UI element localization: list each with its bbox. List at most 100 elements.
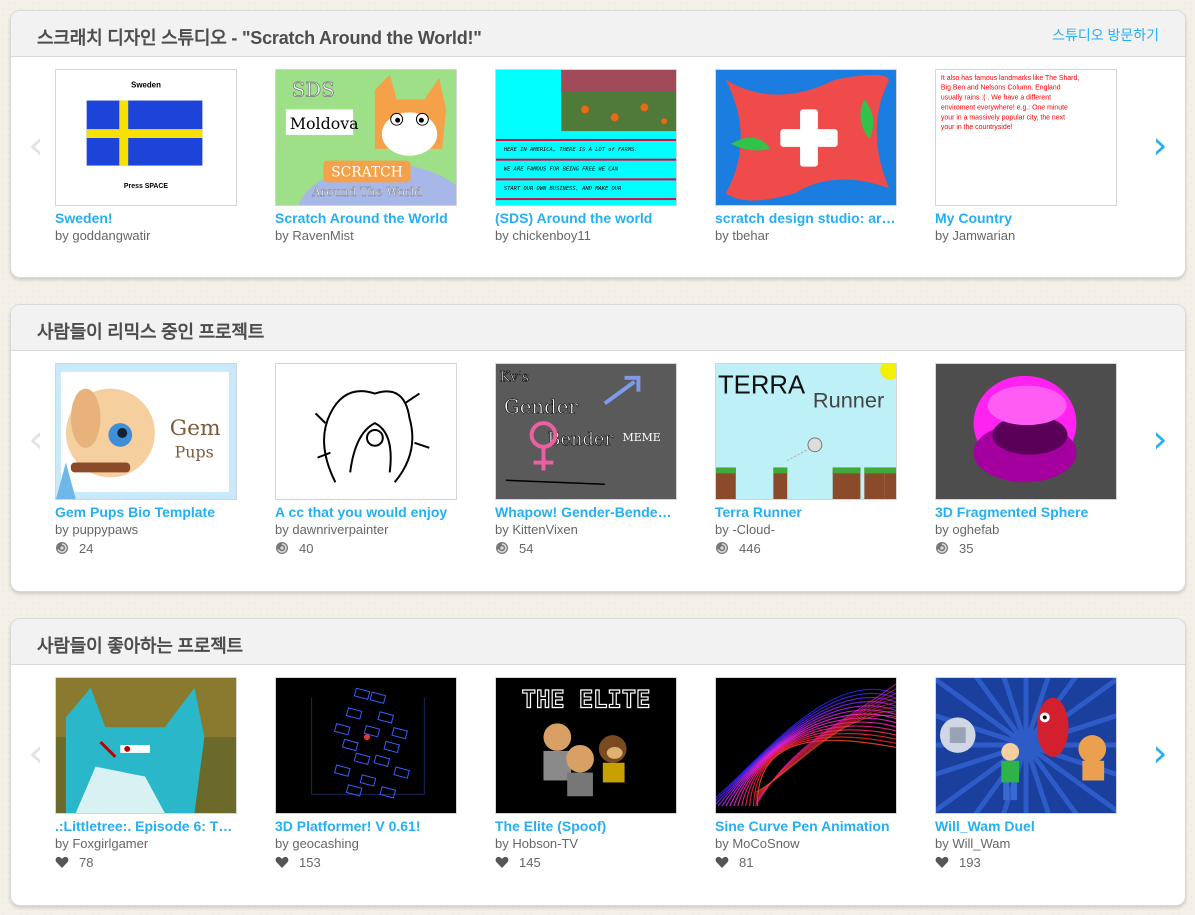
project-thumbnail[interactable]: THE ELITE (495, 677, 677, 814)
project-thumbnail[interactable]: Kv's Gender Bender MEME (495, 363, 677, 500)
project-thumbnail[interactable]: HERE IN AMERICA, THERE IS A LOT of FARMS… (495, 69, 677, 206)
project-author[interactable]: by dawnriverpainter (275, 522, 457, 537)
project-title-link[interactable]: Sweden! (55, 210, 237, 226)
project-author[interactable]: by oghefab (935, 522, 1117, 537)
project-tile[interactable]: HERE IN AMERICA, THERE IS A LOT of FARMS… (495, 69, 677, 243)
project-title-link[interactable]: Will_Wam Duel (935, 818, 1117, 834)
project-title-link[interactable]: Sine Curve Pen Animation (715, 818, 897, 834)
project-title-link[interactable]: scratch design studio: around the world (715, 210, 897, 226)
project-tile[interactable]: 3D Platformer! V 0.61! by geocashing 153 (275, 677, 457, 870)
remix-icon (496, 542, 508, 554)
project-tile[interactable]: 3D Fragmented Sphere by oghefab 35 (935, 363, 1117, 556)
svg-text:Bender: Bender (547, 430, 613, 450)
project-row-section: 사람들이 리믹스 중인 프로젝트 ‹ › Gem Pups Gem Pups B… (10, 304, 1186, 592)
scroll-right-arrow[interactable]: › (1145, 419, 1175, 459)
scroll-right-arrow[interactable]: › (1145, 733, 1175, 773)
project-stat: 54 (495, 540, 677, 556)
project-title-link[interactable]: (SDS) Around the world (495, 210, 677, 226)
remix-icon (936, 542, 948, 554)
project-row-section: 스크래치 디자인 스튜디오 - "Scratch Around the Worl… (10, 10, 1186, 278)
project-stat: 24 (55, 540, 237, 556)
visit-studio-link[interactable]: 스튜디오 방문하기 (1052, 25, 1159, 45)
project-tile[interactable]: A cc that you would enjoy by dawnriverpa… (275, 363, 457, 556)
project-stat: 35 (935, 540, 1117, 556)
project-tile[interactable]: SDS Moldova SCRATCH Around The World Scr… (275, 69, 457, 243)
project-title-link[interactable]: Gem Pups Bio Template (55, 504, 237, 520)
project-tile[interactable]: TERRA Runner Terra Runner by -Cloud- 446 (715, 363, 897, 556)
scroll-left-arrow[interactable]: ‹ (21, 125, 51, 165)
project-thumbnail[interactable] (715, 677, 897, 814)
project-title-link[interactable]: .:Littletree:. Episode 6: The Return (55, 818, 237, 834)
project-author[interactable]: by Hobson-TV (495, 836, 677, 851)
stat-count: 40 (299, 540, 314, 556)
heart-icon (935, 856, 949, 868)
heart-icon (275, 856, 289, 868)
project-thumbnail[interactable] (275, 363, 457, 500)
project-tile[interactable]: Will_Wam Duel by Will_Wam 193 (935, 677, 1117, 870)
scroll-left-arrow[interactable]: ‹ (21, 419, 51, 459)
project-thumbnail[interactable] (275, 677, 457, 814)
project-tile[interactable]: Kv's Gender Bender MEME Whapow! Gender-B… (495, 363, 677, 556)
svg-text:Kv's: Kv's (500, 370, 529, 386)
stat-count: 54 (519, 540, 534, 556)
svg-text:WE ARE FAMOUS FOR BEING FREE W: WE ARE FAMOUS FOR BEING FREE WE CAN (504, 167, 619, 173)
svg-text:Runner: Runner (813, 387, 884, 412)
project-author[interactable]: by geocashing (275, 836, 457, 851)
project-author[interactable]: by Jamwarian (935, 228, 1117, 243)
project-thumbnail[interactable]: SDS Moldova SCRATCH Around The World (275, 69, 457, 206)
project-thumbnail[interactable] (55, 677, 237, 814)
heart-icon (495, 856, 509, 868)
project-tile[interactable]: Sweden Press SPACE Sweden! by goddangwat… (55, 69, 237, 243)
project-title-link[interactable]: The Elite (Spoof) (495, 818, 677, 834)
project-thumbnail[interactable]: Gem Pups (55, 363, 237, 500)
scroll-left-arrow[interactable]: ‹ (21, 733, 51, 773)
project-author[interactable]: by RavenMist (275, 228, 457, 243)
project-title-link[interactable]: 3D Platformer! V 0.61! (275, 818, 457, 834)
project-thumbnail[interactable] (935, 677, 1117, 814)
project-author[interactable]: by goddangwatir (55, 228, 237, 243)
project-tile[interactable]: THE ELITE The Elite (Spoof) by Hobson-TV… (495, 677, 677, 870)
project-title-link[interactable]: Scratch Around the World (275, 210, 457, 226)
project-tile[interactable]: It also has famous landmarks like The Sh… (935, 69, 1117, 243)
svg-text:Gem: Gem (170, 416, 221, 441)
project-author[interactable]: by puppypaws (55, 522, 237, 537)
project-title-link[interactable]: A cc that you would enjoy (275, 504, 457, 520)
svg-text:MEME: MEME (623, 431, 661, 444)
project-author[interactable]: by MoCoSnow (715, 836, 897, 851)
project-stat: 153 (275, 854, 457, 870)
svg-text:TERRA: TERRA (718, 372, 806, 400)
svg-text:HERE IN AMERICA, THERE IS A LO: HERE IN AMERICA, THERE IS A LOT of FARMS… (503, 147, 638, 153)
project-thumbnail[interactable]: TERRA Runner (715, 363, 897, 500)
project-author[interactable]: by chickenboy11 (495, 228, 677, 243)
section-title: 사람들이 좋아하는 프로젝트 (37, 636, 243, 656)
stat-count: 145 (519, 854, 541, 870)
project-title-link[interactable]: Whapow! Gender-Bender Meme (495, 504, 677, 520)
project-thumbnail[interactable]: It also has famous landmarks like The Sh… (935, 69, 1117, 206)
project-tile[interactable]: Gem Pups Gem Pups Bio Template by puppyp… (55, 363, 237, 556)
section-title: 스크래치 디자인 스튜디오 - "Scratch Around the Worl… (37, 28, 482, 48)
scroll-right-arrow[interactable]: › (1145, 125, 1175, 165)
project-tile[interactable]: scratch design studio: around the world … (715, 69, 897, 243)
remix-icon (716, 542, 728, 554)
remix-icon (276, 542, 288, 554)
project-author[interactable]: by Will_Wam (935, 836, 1117, 851)
project-thumbnail[interactable]: Sweden Press SPACE (55, 69, 237, 206)
project-author[interactable]: by -Cloud- (715, 522, 897, 537)
project-author[interactable]: by KittenVixen (495, 522, 677, 537)
project-title-link[interactable]: Terra Runner (715, 504, 897, 520)
section-header: 스크래치 디자인 스튜디오 - "Scratch Around the Worl… (11, 11, 1185, 57)
project-tile[interactable]: Sine Curve Pen Animation by MoCoSnow 81 (715, 677, 897, 870)
project-stat: 145 (495, 854, 677, 870)
stat-count: 193 (959, 854, 981, 870)
project-title-link[interactable]: My Country (935, 210, 1117, 226)
stat-count: 78 (79, 854, 94, 870)
project-tile[interactable]: .:Littletree:. Episode 6: The Return by … (55, 677, 237, 870)
heart-icon (715, 856, 729, 868)
svg-text:Pups: Pups (175, 443, 214, 462)
project-title-link[interactable]: 3D Fragmented Sphere (935, 504, 1117, 520)
project-thumbnail[interactable] (935, 363, 1117, 500)
project-thumbnail[interactable] (715, 69, 897, 206)
project-author[interactable]: by tbehar (715, 228, 897, 243)
project-author[interactable]: by Foxgirlgamer (55, 836, 237, 851)
svg-text:It also has famous landmarks l: It also has famous landmarks like The Sh… (941, 75, 1079, 82)
